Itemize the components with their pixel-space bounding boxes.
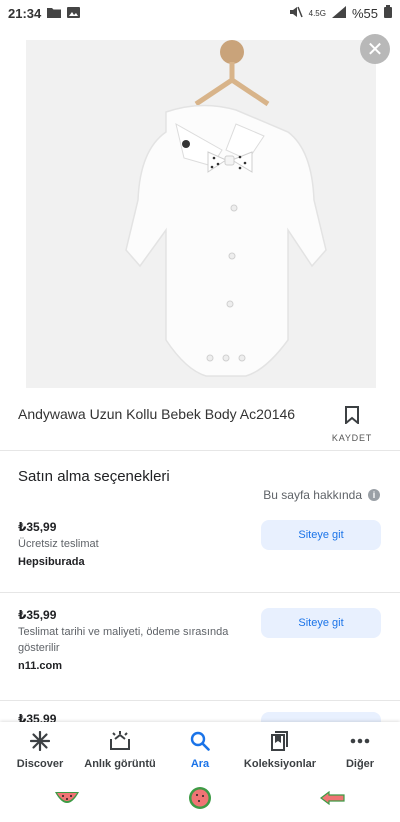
- offer-note: Ücretsiz teslimat: [18, 538, 99, 550]
- nav-snapshot[interactable]: Anlık görüntü: [80, 722, 160, 778]
- back-button[interactable]: [318, 785, 348, 815]
- divider: [0, 450, 400, 451]
- about-label: Bu sayfa hakkında: [263, 488, 362, 502]
- folder-icon: [47, 6, 62, 21]
- close-icon: ✕: [366, 38, 384, 61]
- nav-label: Diğer: [345, 758, 375, 770]
- offer-price: ₺35,99: [18, 712, 57, 722]
- save-button[interactable]: KAYDET: [330, 406, 374, 443]
- back-arrow-icon: [320, 790, 346, 810]
- save-label: KAYDET: [331, 433, 373, 443]
- offer-item: ₺35,99 Ücretsiz teslimat Hepsiburada Sit…: [0, 514, 400, 592]
- offer-price: ₺35,99: [18, 520, 57, 534]
- divider: [0, 700, 400, 701]
- nav-label: Ara: [190, 758, 210, 770]
- product-image[interactable]: [26, 40, 376, 388]
- image-icon: [67, 6, 81, 21]
- nav-collections[interactable]: Koleksiyonlar: [240, 722, 320, 778]
- bookmark-icon: [345, 406, 359, 429]
- baby-bodysuit-illustration: [26, 40, 376, 388]
- nav-more[interactable]: Diğer: [320, 722, 400, 778]
- visit-site-button[interactable]: Siteye git: [261, 520, 381, 550]
- product-title-row: Andywawa Uzun Kollu Bebek Body Ac20146 K…: [0, 396, 400, 450]
- watermelon-recent-icon: [54, 790, 80, 811]
- offer-seller: Hepsiburada: [18, 556, 85, 568]
- bottom-navigation: Discover Anlık görüntü Ara Koleksiyonlar…: [0, 722, 400, 778]
- product-image-area: ✕: [0, 26, 400, 396]
- battery-icon: [384, 5, 392, 21]
- snapshot-icon: [109, 730, 131, 752]
- recent-apps-button[interactable]: [52, 785, 82, 815]
- offer-item: ₺35,99 Teslimat tarihi ve maliyeti, ödem…: [0, 604, 400, 700]
- status-left: 21:34: [8, 5, 81, 21]
- status-time: 21:34: [8, 5, 42, 21]
- close-button[interactable]: ✕: [360, 34, 390, 64]
- nav-label: Discover: [16, 758, 64, 770]
- nav-discover[interactable]: Discover: [0, 722, 80, 778]
- more-icon: [350, 730, 370, 752]
- info-icon: i: [368, 489, 380, 501]
- watermelon-home-icon: [188, 786, 212, 815]
- offer-item: ₺35,99 Siteye git: [0, 710, 400, 722]
- visit-site-button[interactable]: Siteye git: [261, 712, 381, 722]
- signal-icon: [331, 5, 346, 21]
- collections-icon: [270, 730, 290, 752]
- offer-note: Teslimat tarihi ve maliyeti, ödeme sıras…: [18, 626, 229, 654]
- visit-site-button[interactable]: Siteye git: [261, 608, 381, 638]
- mute-icon: [289, 6, 303, 21]
- status-right: 4.5G %55: [289, 5, 392, 21]
- nav-search[interactable]: Ara: [160, 722, 240, 778]
- battery-label: %55: [351, 5, 378, 21]
- nav-label: Koleksiyonlar: [243, 758, 317, 770]
- divider: [0, 592, 400, 593]
- home-button[interactable]: [185, 785, 215, 815]
- purchase-options-title: Satın alma seçenekleri: [18, 468, 170, 485]
- about-page-link[interactable]: Bu sayfa hakkında i: [263, 488, 380, 502]
- asterisk-icon: [30, 730, 50, 752]
- system-navigation-bar: [0, 778, 400, 822]
- offer-price: ₺35,99: [18, 608, 57, 622]
- offer-seller: n11.com: [18, 660, 63, 672]
- search-icon: [190, 730, 210, 752]
- nav-label: Anlık görüntü: [84, 758, 156, 770]
- product-title: Andywawa Uzun Kollu Bebek Body Ac20146: [18, 406, 296, 422]
- status-bar: 21:34 4.5G %55: [0, 0, 400, 26]
- network-label: 4.5G: [308, 8, 326, 18]
